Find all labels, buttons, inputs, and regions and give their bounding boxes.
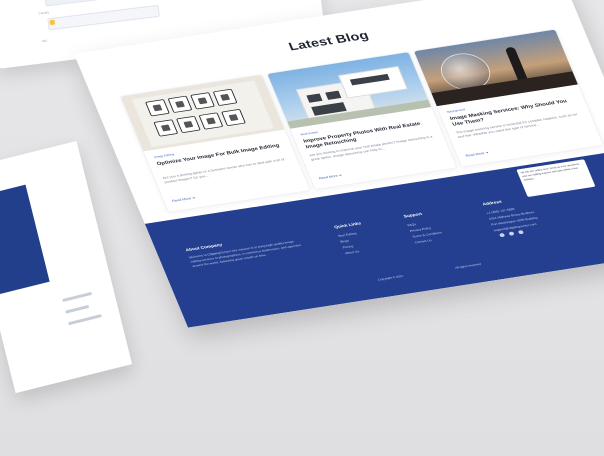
twitter-icon[interactable] (508, 231, 515, 236)
page-line (68, 314, 102, 326)
blog-thumbnail[interactable] (120, 74, 285, 152)
form-field (47, 4, 160, 31)
copyright-text: Copyright © 2022 (377, 274, 404, 282)
read-more-link[interactable]: Read More ➜ (171, 196, 195, 203)
blog-thumbnail[interactable] (414, 29, 578, 107)
brand-note: All rights reserved (454, 262, 482, 270)
read-more-label: Read More (464, 151, 485, 158)
facebook-icon[interactable] (499, 232, 506, 238)
scene: Email Country Tell Latest Blog (0, 0, 604, 456)
read-more-label: Read More (318, 173, 339, 181)
read-more-link[interactable]: Read More ➜ (318, 173, 342, 180)
background-page-card (0, 140, 133, 394)
form-label: Tell (41, 38, 47, 44)
footer-link[interactable]: Start Editing (337, 231, 357, 238)
checkbox (49, 19, 56, 26)
arrow-right-icon: ➜ (484, 150, 490, 155)
footer-about-text: Welcome to ClippingCenter! Our mission i… (188, 240, 302, 268)
footer-link[interactable]: Blogs (340, 239, 350, 245)
page-line (65, 304, 90, 314)
blog-category: Real Estate (300, 130, 319, 137)
page-line (62, 291, 93, 303)
blog-thumbnail[interactable] (267, 52, 432, 129)
blog-category: Background (446, 107, 466, 114)
footer-heading-quick-links: Quick Links (333, 221, 362, 230)
arrow-right-icon: ➜ (337, 172, 343, 178)
read-more-label: Read More (171, 196, 192, 203)
read-more-link[interactable]: Read More ➜ (465, 150, 489, 157)
page-blue-band (0, 184, 50, 297)
blog-category: Image Editing (153, 152, 175, 159)
footer-heading-support: Support (403, 211, 423, 220)
website-mockup: Latest Blog Image Editing Optimize Your … (74, 0, 604, 328)
footer-link[interactable]: About Us (344, 249, 360, 255)
footer-link[interactable]: FAQs (407, 222, 417, 228)
chat-tooltip: Hi! We are online now. Send us your ques… (516, 159, 596, 198)
form-label: Country (38, 10, 50, 16)
arrow-right-icon: ➜ (191, 195, 196, 200)
footer-link[interactable]: Contact Us (414, 238, 433, 245)
linkedin-icon[interactable] (517, 230, 524, 235)
footer-heading-address: Address (482, 199, 503, 207)
